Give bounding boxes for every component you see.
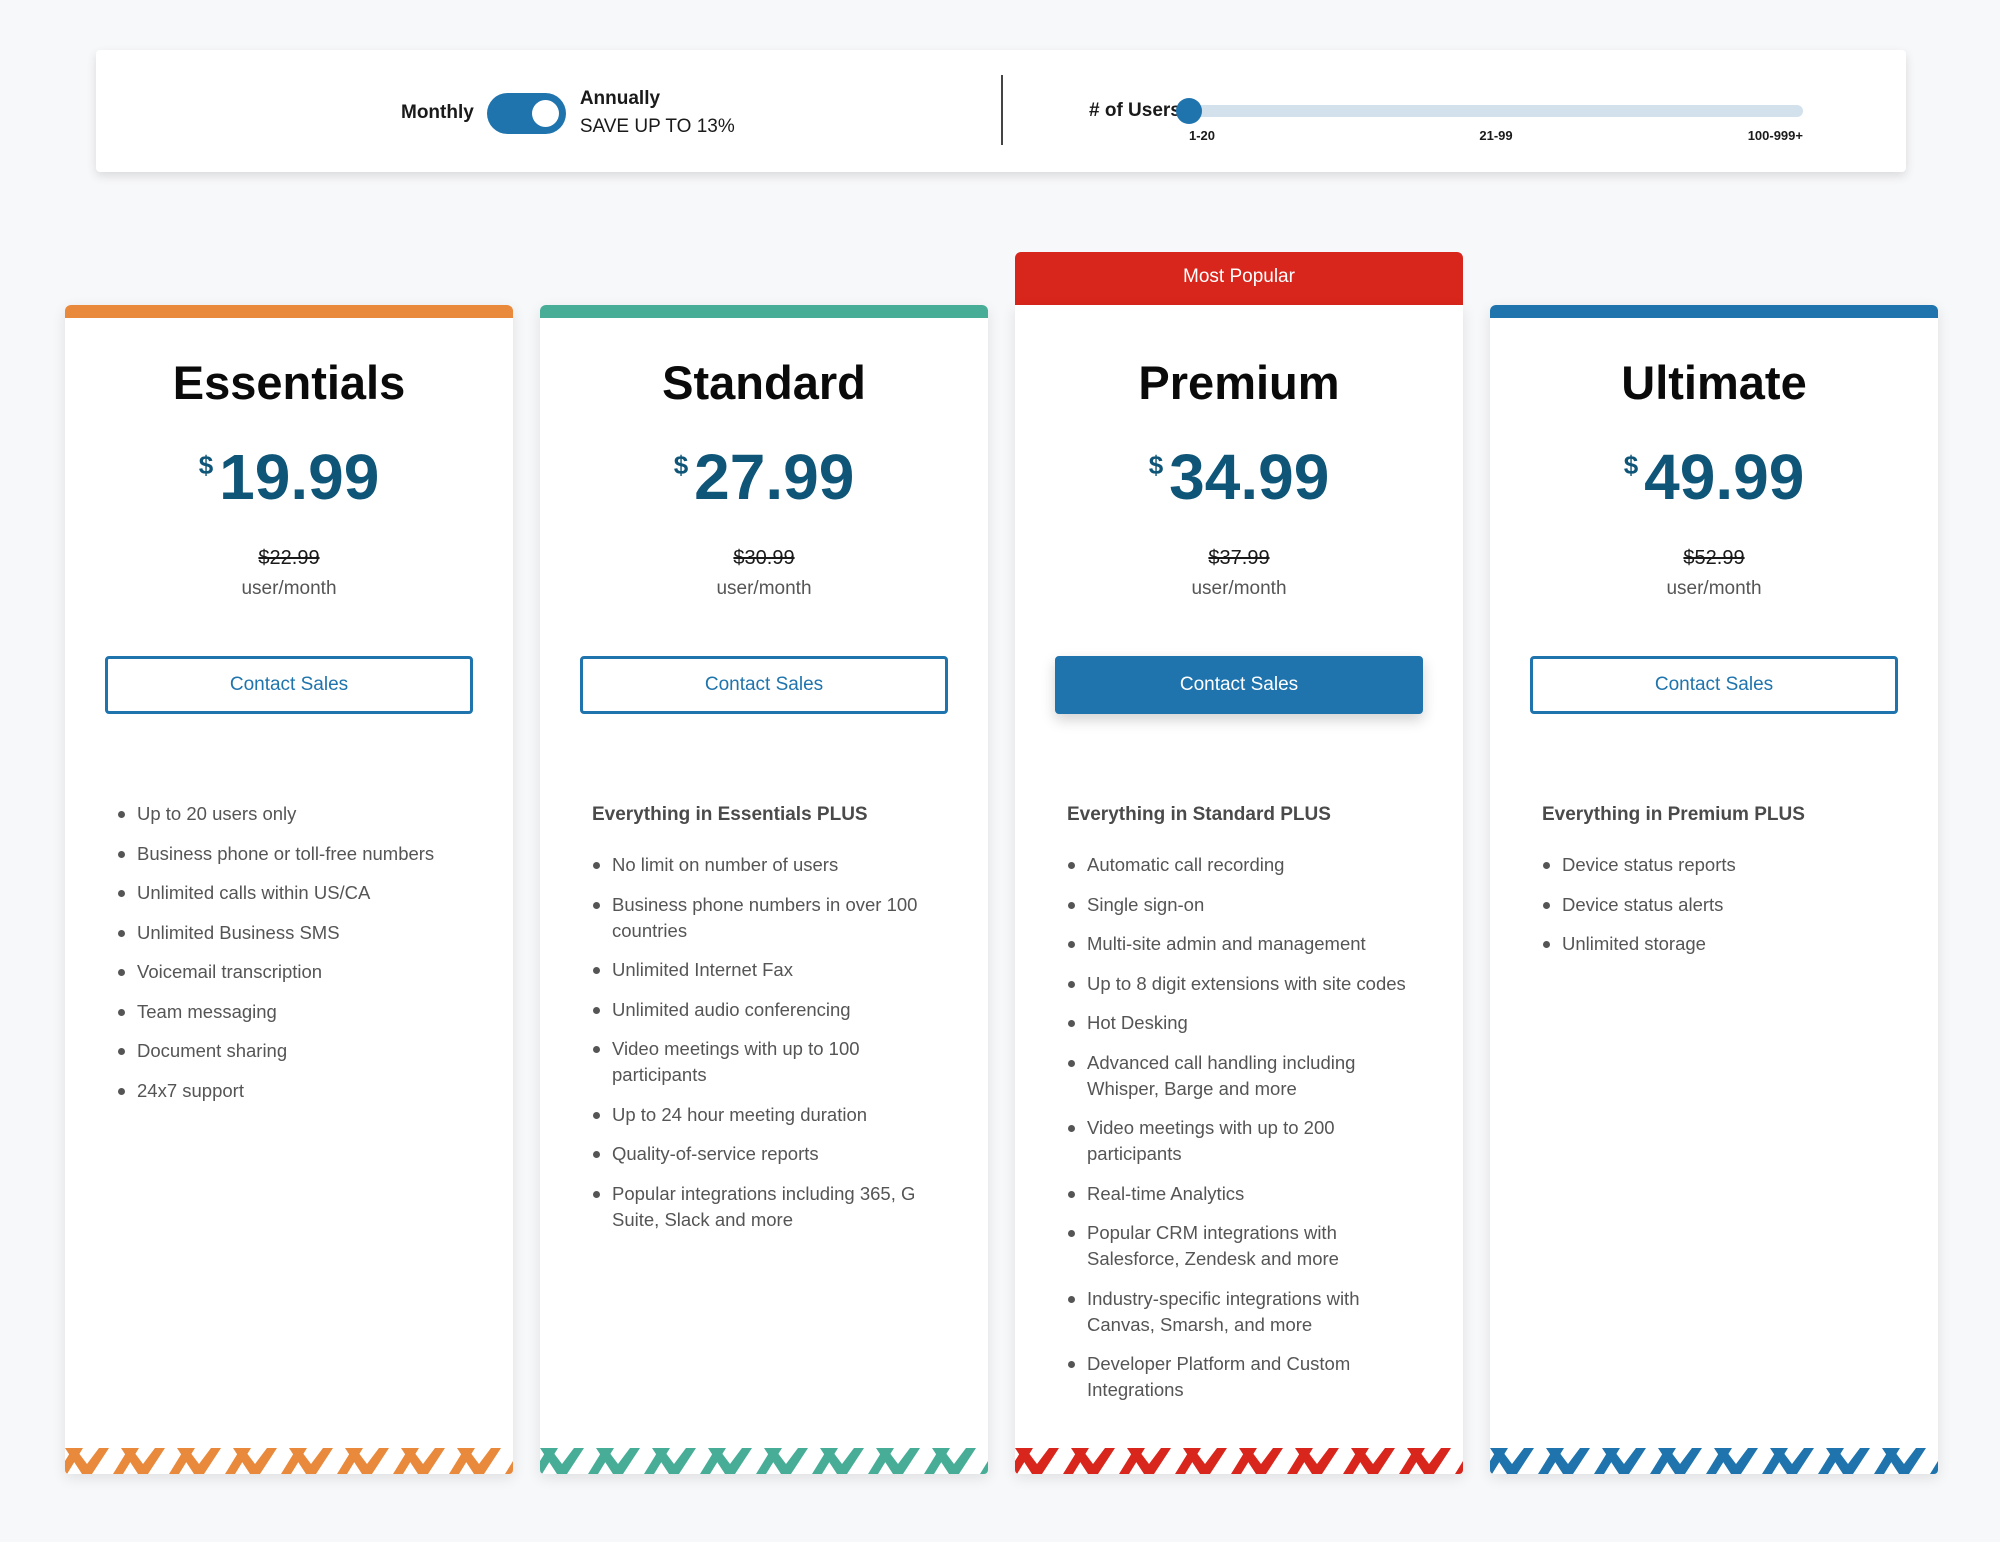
feature-item: Device status reports	[1542, 852, 1902, 878]
feature-item: Team messaging	[117, 999, 477, 1025]
feature-item: Hot Desking	[1067, 1010, 1427, 1036]
price-amount: 49.99	[1644, 441, 1805, 513]
plan-card-essentials: Essentials $19.99 $22.99 user/month Cont…	[65, 305, 513, 1474]
contact-sales-button[interactable]: Contact Sales	[105, 656, 473, 714]
feature-item: Video meetings with up to 200 participan…	[1067, 1115, 1427, 1167]
contact-sales-button[interactable]: Contact Sales	[580, 656, 948, 714]
original-price: $30.99	[733, 547, 795, 569]
original-price: $22.99	[258, 547, 320, 569]
toggle-knob	[531, 99, 559, 127]
tick-label[interactable]: 1-20	[1189, 128, 1215, 143]
chevron-pattern-icon	[1490, 1448, 1938, 1474]
feature-item: Real-time Analytics	[1067, 1181, 1427, 1207]
feature-item: Multi-site admin and management	[1067, 931, 1427, 957]
plan-price: $27.99	[540, 440, 988, 514]
feature-list-header: Everything in Premium PLUS	[1542, 804, 1805, 825]
monthly-label[interactable]: Monthly	[401, 102, 474, 124]
plan-card-premium: Premium $34.99 $37.99 user/month Contact…	[1015, 305, 1463, 1474]
most-popular-badge: Most Popular	[1015, 252, 1463, 305]
users-slider-thumb[interactable]	[1176, 98, 1202, 124]
plan-name: Essentials	[172, 356, 406, 409]
plan-card-ultimate: Ultimate $49.99 $52.99 user/month Contac…	[1490, 305, 1938, 1474]
feature-item: Business phone numbers in over 100 count…	[592, 892, 952, 944]
panel-divider	[1001, 75, 1003, 145]
feature-item: Device status alerts	[1542, 892, 1902, 918]
price-unit: user/month	[716, 578, 812, 599]
plan-name: Standard	[662, 356, 866, 409]
contact-sales-button[interactable]: Contact Sales	[1530, 656, 1898, 714]
contact-sales-button[interactable]: Contact Sales	[1055, 656, 1423, 714]
decorative-chevron-pattern	[1015, 1448, 1463, 1474]
plan-price: $49.99	[1490, 440, 1938, 514]
feature-item: Document sharing	[117, 1038, 477, 1064]
currency-symbol: $	[673, 450, 689, 480]
original-price: $37.99	[1208, 547, 1270, 569]
feature-list-header: Everything in Essentials PLUS	[592, 804, 868, 825]
plan-price: $34.99	[1015, 440, 1463, 514]
feature-item: Voicemail transcription	[117, 959, 477, 985]
price-amount: 27.99	[694, 441, 855, 513]
decorative-chevron-pattern	[540, 1448, 988, 1474]
annually-label[interactable]: Annually	[580, 85, 735, 113]
plan-name: Premium	[1138, 356, 1340, 409]
plan-options-panel: Monthly Annually SAVE UP TO 13% # of Use…	[96, 50, 1906, 172]
currency-symbol: $	[1623, 450, 1639, 480]
tick-label[interactable]: 100-999+	[1748, 128, 1803, 143]
original-price: $52.99	[1683, 547, 1745, 569]
currency-symbol: $	[1148, 450, 1164, 480]
plan-name: Ultimate	[1621, 356, 1807, 409]
feature-item: Industry-specific integrations with Canv…	[1067, 1286, 1427, 1338]
feature-item: Unlimited calls within US/CA	[117, 880, 477, 906]
feature-item: Popular integrations including 365, G Su…	[592, 1181, 952, 1233]
feature-item: Quality-of-service reports	[592, 1141, 952, 1167]
feature-item: Popular CRM integrations with Salesforce…	[1067, 1220, 1427, 1272]
feature-item: Automatic call recording	[1067, 852, 1427, 878]
users-slider-track[interactable]	[1176, 98, 1803, 124]
feature-item: No limit on number of users	[592, 852, 952, 878]
feature-list: Everything in Essentials PLUS No limit o…	[592, 802, 952, 1246]
feature-item: Video meetings with up to 100 participan…	[592, 1036, 952, 1088]
card-accent-bar	[540, 305, 988, 318]
feature-list: Everything in Premium PLUS Device status…	[1542, 802, 1902, 971]
price-unit: user/month	[1666, 578, 1762, 599]
price-unit: user/month	[241, 578, 337, 599]
chevron-pattern-icon	[540, 1448, 988, 1474]
feature-item: Up to 8 digit extensions with site codes	[1067, 971, 1427, 997]
plan-price: $19.99	[65, 440, 513, 514]
card-accent-bar	[1490, 305, 1938, 318]
billing-period-toggle[interactable]	[486, 92, 566, 134]
feature-item: Unlimited Business SMS	[117, 920, 477, 946]
price-unit: user/month	[1191, 578, 1287, 599]
decorative-chevron-pattern	[65, 1448, 513, 1474]
feature-item: Unlimited Internet Fax	[592, 957, 952, 983]
chevron-pattern-icon	[65, 1448, 513, 1474]
feature-item: Business phone or toll-free numbers	[117, 841, 477, 867]
feature-item: Unlimited storage	[1542, 931, 1902, 957]
price-amount: 34.99	[1169, 441, 1330, 513]
plan-card-standard: Standard $27.99 $30.99 user/month Contac…	[540, 305, 988, 1474]
feature-item: Up to 20 users only	[117, 801, 477, 827]
price-amount: 19.99	[219, 441, 380, 513]
feature-item: Up to 24 hour meeting duration	[592, 1102, 952, 1128]
feature-list-header: Everything in Standard PLUS	[1067, 804, 1331, 825]
feature-item: Single sign-on	[1067, 892, 1427, 918]
save-note: SAVE UP TO 13%	[579, 116, 735, 137]
decorative-chevron-pattern	[1490, 1448, 1938, 1474]
users-label: # of Users	[1089, 100, 1181, 121]
feature-item: Advanced call handling including Whisper…	[1067, 1050, 1427, 1102]
currency-symbol: $	[198, 450, 214, 480]
chevron-pattern-icon	[1015, 1448, 1463, 1474]
tick-label[interactable]: 21-99	[1479, 128, 1512, 143]
feature-list: Everything in Standard PLUS Automatic ca…	[1067, 802, 1427, 1417]
feature-item: 24x7 support	[117, 1078, 477, 1104]
feature-item: Unlimited audio conferencing	[592, 997, 952, 1023]
billing-period-control: Monthly Annually SAVE UP TO 13%	[401, 78, 735, 148]
users-slider-ticks: 1-20 21-99 100-999+	[1189, 128, 1803, 146]
feature-list: Up to 20 users only Business phone or tol…	[117, 801, 477, 1117]
card-accent-bar	[65, 305, 513, 318]
feature-item: Developer Platform and Custom Integratio…	[1067, 1351, 1427, 1403]
annual-option: Annually SAVE UP TO 13%	[580, 85, 735, 141]
